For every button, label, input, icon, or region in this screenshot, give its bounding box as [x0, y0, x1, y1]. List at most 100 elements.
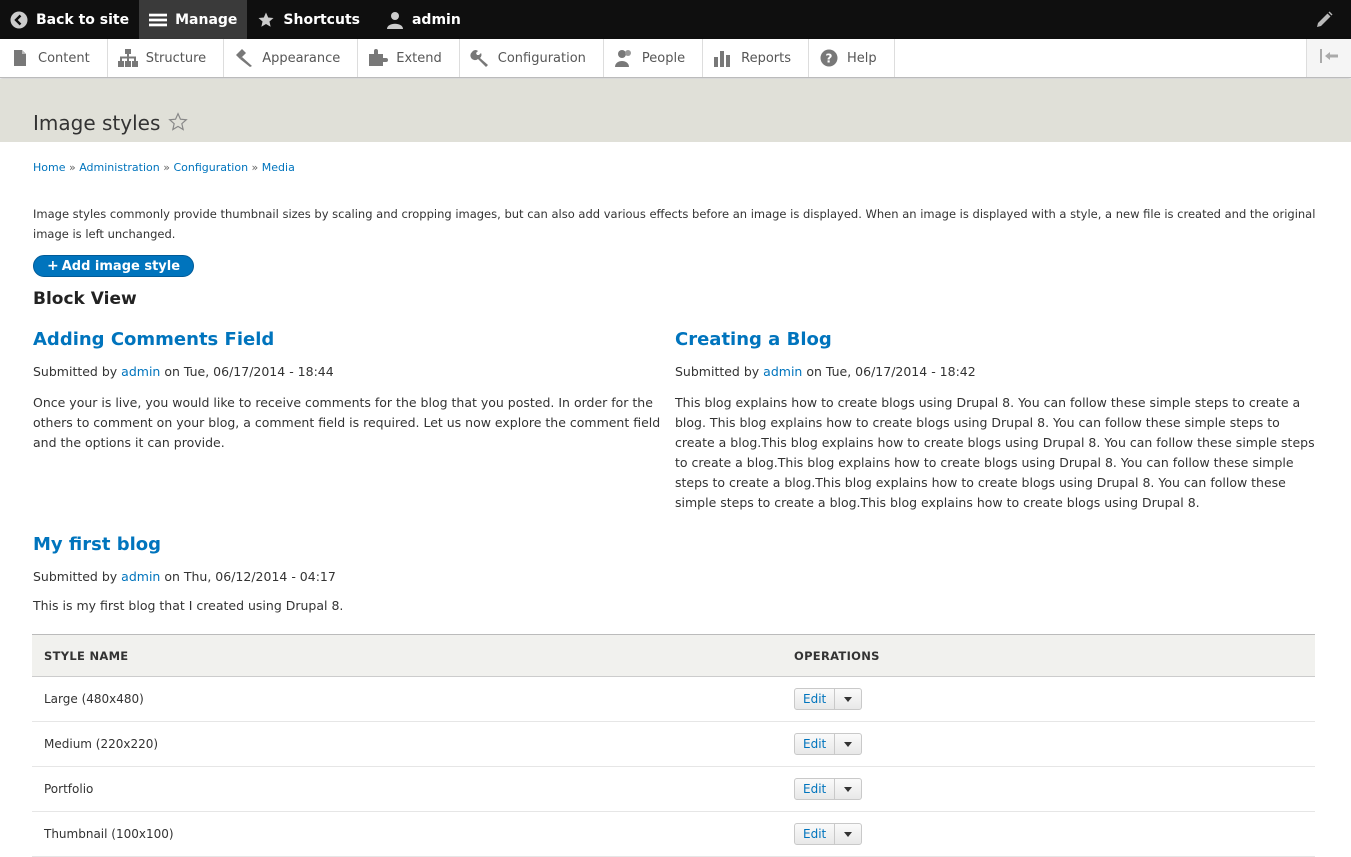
tray-item-label: Content	[38, 50, 90, 66]
image-styles-table: STYLE NAME OPERATIONS Large (480x480) Ed…	[32, 634, 1315, 857]
operations-dropbutton: Edit	[794, 823, 863, 845]
tray-item-label: Reports	[741, 50, 791, 66]
tray-item-reports[interactable]: Reports	[703, 39, 809, 77]
paintbrush-icon	[234, 49, 254, 67]
breadcrumb-separator: »	[65, 161, 80, 174]
breadcrumb: Home » Administration » Configuration » …	[33, 161, 295, 174]
style-name-cell: Medium (220x220)	[32, 721, 782, 767]
admin-tray: Content Structure Appearance Extend Conf…	[0, 39, 1351, 78]
submitted-date: on Tue, 06/17/2014 - 18:44	[164, 364, 334, 379]
node-teaser: My first blog Submitted by admin on Thu,…	[33, 534, 668, 616]
style-name-cell: Thumbnail (100x100)	[32, 811, 782, 857]
tray-item-appearance[interactable]: Appearance	[224, 39, 359, 77]
tray-item-extend[interactable]: Extend	[358, 39, 460, 77]
user-label: admin	[411, 11, 461, 28]
wrench-icon	[470, 49, 490, 67]
tray-item-content[interactable]: Content	[0, 39, 108, 77]
tray-item-configuration[interactable]: Configuration	[460, 39, 604, 77]
pencil-icon	[1315, 11, 1333, 29]
file-icon	[10, 49, 30, 67]
shortcuts-label: Shortcuts	[283, 11, 360, 28]
node-submitted: Submitted by admin on Tue, 06/17/2014 - …	[675, 364, 1320, 379]
edit-button[interactable]: Edit	[795, 734, 836, 754]
node-body: This is my first blog that I created usi…	[33, 598, 344, 613]
add-image-style-label: Add image style	[61, 258, 181, 274]
caret-down-icon	[844, 696, 853, 702]
admin-toolbar: Back to site Manage Shortcuts admin	[0, 0, 1351, 39]
submitted-date: on Thu, 06/12/2014 - 04:17	[164, 569, 336, 584]
author-link[interactable]: admin	[763, 364, 802, 379]
tray-item-label: Configuration	[497, 50, 586, 66]
dropdown-toggle[interactable]	[835, 734, 861, 754]
dropdown-toggle[interactable]	[835, 689, 861, 709]
style-name-cell: Portfolio	[32, 766, 782, 812]
table-row: Large (480x480) Edit	[32, 676, 1315, 722]
node-body: Once your is live, you would like to rec…	[33, 395, 661, 450]
breadcrumb-configuration[interactable]: Configuration	[173, 161, 248, 174]
edit-mode-toggle[interactable]	[1305, 0, 1351, 39]
caret-down-icon	[844, 831, 853, 837]
page-title: Image styles	[33, 111, 161, 135]
table-header-row: STYLE NAME OPERATIONS	[32, 634, 1315, 677]
add-image-style-button[interactable]: + Add image style	[33, 255, 195, 277]
tray-item-label: Appearance	[262, 50, 341, 66]
svg-text:?: ?	[826, 52, 833, 66]
bar-chart-icon	[713, 49, 733, 67]
tray-orientation-toggle[interactable]	[1306, 39, 1351, 77]
node-teaser: Creating a Blog Submitted by admin on Tu…	[675, 329, 1320, 513]
menu-icon	[149, 11, 168, 29]
dropdown-toggle[interactable]	[835, 779, 861, 799]
breadcrumb-media[interactable]: Media	[262, 161, 295, 174]
back-arrow-icon	[10, 11, 28, 29]
submitted-prefix: Submitted by	[33, 364, 118, 379]
submitted-prefix: Submitted by	[33, 569, 118, 584]
edit-button[interactable]: Edit	[795, 779, 836, 799]
breadcrumb-separator: »	[248, 161, 262, 174]
edit-button[interactable]: Edit	[795, 689, 836, 709]
user-tab[interactable]: admin	[376, 0, 471, 39]
tray-item-label: People	[641, 50, 686, 66]
tray-item-people[interactable]: People	[604, 39, 704, 77]
submitted-date: on Tue, 06/17/2014 - 18:42	[806, 364, 976, 379]
submitted-prefix: Submitted by	[675, 364, 760, 379]
block-title: Block View	[33, 289, 137, 309]
node-teaser: Adding Comments Field Submitted by admin…	[33, 329, 668, 453]
author-link[interactable]: admin	[121, 364, 160, 379]
help-icon: ?	[819, 49, 839, 67]
manage-tab[interactable]: Manage	[139, 0, 248, 39]
node-submitted: Submitted by admin on Tue, 06/17/2014 - …	[33, 364, 668, 379]
node-title-link[interactable]: Adding Comments Field	[33, 329, 668, 350]
plus-icon: +	[47, 258, 59, 274]
node-title-link[interactable]: My first blog	[33, 534, 668, 555]
operations-dropbutton: Edit	[794, 733, 863, 755]
author-link[interactable]: admin	[121, 569, 160, 584]
operations-cell: Edit	[782, 721, 1315, 767]
operations-dropbutton: Edit	[794, 778, 863, 800]
back-to-site-label: Back to site	[36, 11, 130, 28]
node-title-link[interactable]: Creating a Blog	[675, 329, 1320, 350]
tray-item-help[interactable]: ? Help	[809, 39, 895, 77]
breadcrumb-separator: »	[159, 161, 174, 174]
shortcuts-tab[interactable]: Shortcuts	[247, 0, 370, 39]
tray-item-structure[interactable]: Structure	[108, 39, 225, 77]
puzzle-icon	[368, 49, 389, 67]
page-description: Image styles commonly provide thumbnail …	[33, 207, 1316, 241]
operations-dropbutton: Edit	[794, 688, 863, 710]
edit-button[interactable]: Edit	[795, 824, 836, 844]
breadcrumb-administration[interactable]: Administration	[79, 161, 160, 174]
dropdown-toggle[interactable]	[835, 824, 861, 844]
tray-item-label: Help	[847, 50, 877, 66]
table-row: Medium (220x220) Edit	[32, 721, 1315, 767]
node-body: This blog explains how to create blogs u…	[675, 395, 1315, 510]
operations-cell: Edit	[782, 811, 1315, 857]
column-header-operations: OPERATIONS	[782, 634, 1315, 677]
back-to-site-link[interactable]: Back to site	[0, 0, 139, 39]
style-name-cell: Large (480x480)	[32, 676, 782, 722]
tray-item-label: Extend	[396, 50, 442, 66]
operations-cell: Edit	[782, 766, 1315, 812]
manage-label: Manage	[175, 11, 238, 28]
table-row: Thumbnail (100x100) Edit	[32, 811, 1315, 857]
caret-down-icon	[844, 786, 853, 792]
add-shortcut-star-icon[interactable]	[168, 112, 188, 136]
breadcrumb-home[interactable]: Home	[33, 161, 65, 174]
